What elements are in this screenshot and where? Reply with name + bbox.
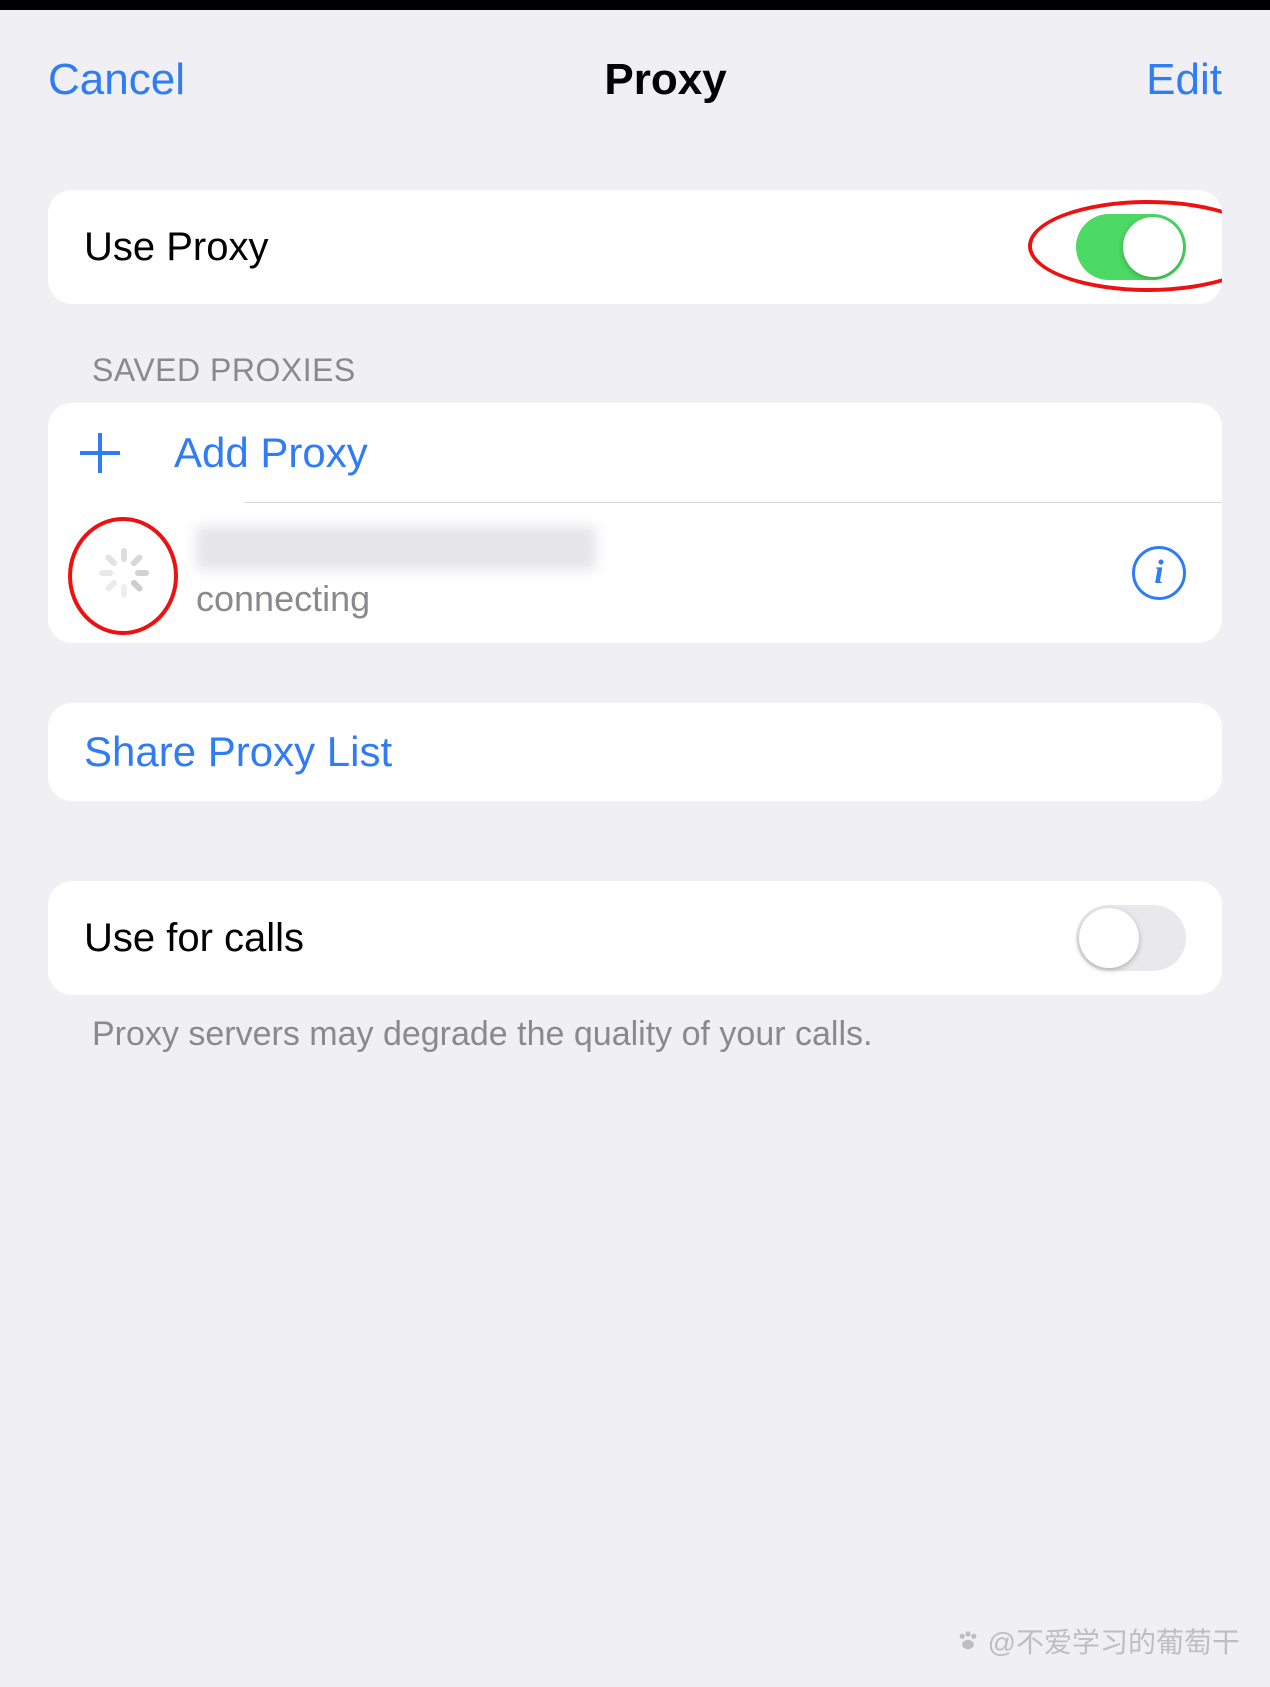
device-top-bar <box>0 0 1270 10</box>
use-for-calls-row: Use for calls <box>48 881 1222 995</box>
spinner-icon <box>97 546 151 600</box>
paw-icon <box>954 1627 982 1655</box>
info-icon[interactable]: i <box>1132 546 1186 600</box>
add-proxy-label: Add Proxy <box>174 429 1186 477</box>
toggle-knob <box>1123 217 1183 277</box>
proxy-sheet: Cancel Proxy Edit Use Proxy SAVED PROXIE… <box>0 10 1270 1687</box>
share-label: Share Proxy List <box>84 728 1186 776</box>
cancel-button[interactable]: Cancel <box>48 55 185 105</box>
use-proxy-group: Use Proxy <box>48 190 1222 304</box>
use-for-calls-footer: Proxy servers may degrade the quality of… <box>92 1015 1222 1054</box>
use-proxy-toggle[interactable] <box>1076 214 1186 280</box>
proxy-entry[interactable]: connecting i <box>48 503 1222 643</box>
nav-bar: Cancel Proxy Edit <box>0 40 1270 120</box>
saved-proxies-header: SAVED PROXIES <box>92 352 1222 389</box>
saved-proxies-group: Add Proxy connecting i <box>48 403 1222 643</box>
use-for-calls-label: Use for calls <box>84 916 1076 961</box>
share-proxy-list-button[interactable]: Share Proxy List <box>48 703 1222 801</box>
proxy-address-redacted <box>196 526 596 570</box>
page-title: Proxy <box>604 55 726 105</box>
toggle-knob <box>1079 908 1139 968</box>
use-proxy-label: Use Proxy <box>84 225 1076 270</box>
add-proxy-row[interactable]: Add Proxy <box>48 403 1222 503</box>
content: Use Proxy SAVED PROXIES Add Proxy <box>0 190 1270 1054</box>
use-proxy-row: Use Proxy <box>48 190 1222 304</box>
use-for-calls-group: Use for calls <box>48 881 1222 995</box>
watermark: @不爱学习的葡萄干 <box>954 1621 1240 1661</box>
plus-icon <box>74 427 126 479</box>
divider <box>244 502 1222 503</box>
share-group: Share Proxy List <box>48 703 1222 801</box>
watermark-text: @不爱学习的葡萄干 <box>988 1621 1240 1661</box>
proxy-status-label: connecting <box>196 578 1132 620</box>
proxy-text: connecting <box>196 526 1132 620</box>
use-for-calls-toggle[interactable] <box>1076 905 1186 971</box>
edit-button[interactable]: Edit <box>1146 55 1222 105</box>
proxy-status-spinner-wrap <box>74 523 174 623</box>
